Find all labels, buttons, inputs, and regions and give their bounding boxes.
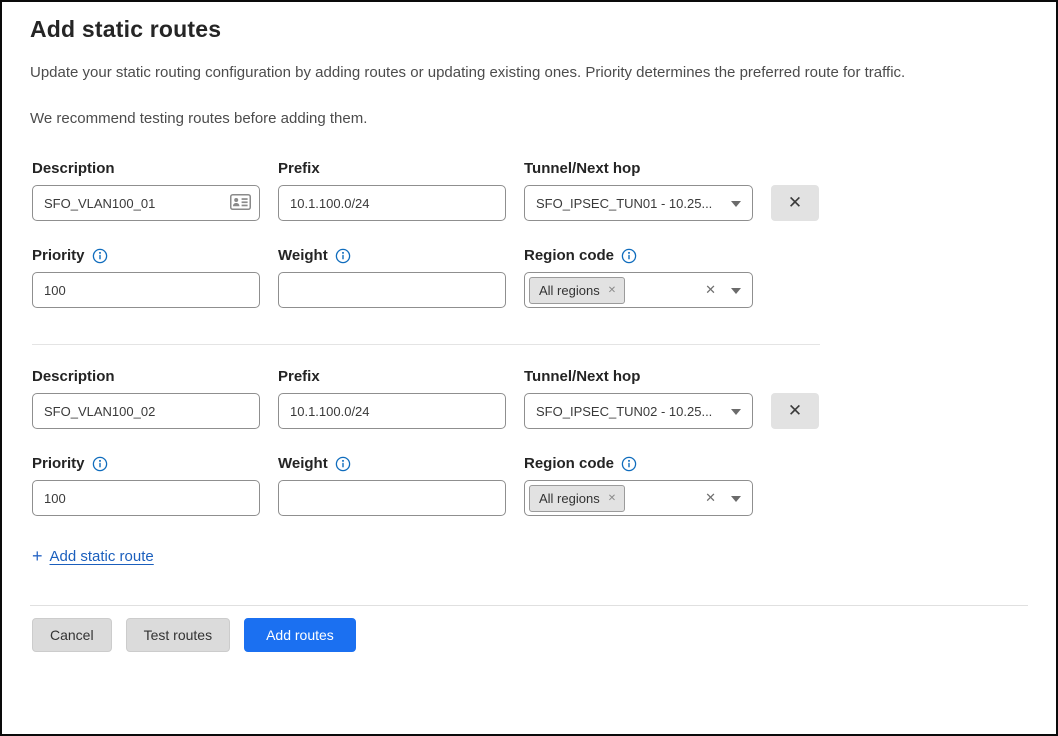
weight-label-text: Weight xyxy=(278,247,328,264)
description-field: Description xyxy=(32,368,260,429)
weight-input[interactable] xyxy=(278,272,506,308)
priority-field: Priority xyxy=(32,247,260,308)
region-multiselect[interactable]: All regions ✕ ✕ xyxy=(524,272,753,308)
priority-input[interactable] xyxy=(32,272,260,308)
add-static-route-link[interactable]: + Add static route xyxy=(32,547,154,565)
priority-label: Priority xyxy=(32,455,260,472)
weight-label-text: Weight xyxy=(278,455,328,472)
weight-field: Weight xyxy=(278,455,506,516)
region-code-field: Region code All regions ✕ ✕ xyxy=(524,247,753,308)
delete-route-button[interactable]: ✕ xyxy=(771,185,819,221)
tunnel-selected-value: SFO_IPSEC_TUN02 - 10.25... xyxy=(536,404,712,419)
tunnel-selected-value: SFO_IPSEC_TUN01 - 10.25... xyxy=(536,196,712,211)
prefix-label-text: Prefix xyxy=(278,368,320,385)
info-icon[interactable] xyxy=(621,248,637,264)
region-code-label-text: Region code xyxy=(524,247,614,264)
priority-field: Priority xyxy=(32,455,260,516)
info-icon[interactable] xyxy=(335,456,351,472)
priority-label-text: Priority xyxy=(32,455,85,472)
info-icon[interactable] xyxy=(92,248,108,264)
weight-input[interactable] xyxy=(278,480,506,516)
region-code-label: Region code xyxy=(524,247,753,264)
page-title: Add static routes xyxy=(30,16,1028,43)
description-label-text: Description xyxy=(32,368,115,385)
tunnel-label-text: Tunnel/Next hop xyxy=(524,160,640,177)
info-icon[interactable] xyxy=(335,248,351,264)
chevron-down-icon xyxy=(731,496,741,502)
region-tag-label: All regions xyxy=(539,491,600,506)
description-label-text: Description xyxy=(32,160,115,177)
weight-label: Weight xyxy=(278,247,506,264)
route-block-1: Description Prefix Tunnel/Next hop SFO_I… xyxy=(30,160,1028,308)
delete-route-button[interactable]: ✕ xyxy=(771,393,819,429)
test-routes-button[interactable]: Test routes xyxy=(126,618,230,652)
region-code-label: Region code xyxy=(524,455,753,472)
region-tag-label: All regions xyxy=(539,283,600,298)
description-input[interactable] xyxy=(32,185,260,221)
clear-selection-icon[interactable]: ✕ xyxy=(705,282,716,298)
prefix-input[interactable] xyxy=(278,393,506,429)
tunnel-label: Tunnel/Next hop xyxy=(524,368,753,385)
add-routes-button[interactable]: Add routes xyxy=(244,618,356,652)
priority-label: Priority xyxy=(32,247,260,264)
tunnel-field: Tunnel/Next hop SFO_IPSEC_TUN02 - 10.25.… xyxy=(524,368,753,429)
prefix-label: Prefix xyxy=(278,160,506,177)
tunnel-select[interactable]: SFO_IPSEC_TUN01 - 10.25... xyxy=(524,185,753,221)
page-note: We recommend testing routes before addin… xyxy=(30,110,1028,127)
prefix-field: Prefix xyxy=(278,368,506,429)
route-divider xyxy=(32,344,820,345)
region-multiselect[interactable]: All regions ✕ ✕ xyxy=(524,480,753,516)
close-icon: ✕ xyxy=(788,401,802,421)
prefix-label-text: Prefix xyxy=(278,160,320,177)
add-static-routes-dialog: Add static routes Update your static rou… xyxy=(0,0,1058,736)
description-label: Description xyxy=(32,368,260,385)
remove-tag-icon[interactable]: ✕ xyxy=(608,285,616,296)
chevron-down-icon xyxy=(731,288,741,294)
weight-field: Weight xyxy=(278,247,506,308)
prefix-field: Prefix xyxy=(278,160,506,221)
priority-label-text: Priority xyxy=(32,247,85,264)
weight-label: Weight xyxy=(278,455,506,472)
add-static-route-link-text[interactable]: Add static route xyxy=(50,548,154,565)
footer-actions: Cancel Test routes Add routes xyxy=(32,618,1028,652)
tunnel-select[interactable]: SFO_IPSEC_TUN02 - 10.25... xyxy=(524,393,753,429)
description-label: Description xyxy=(32,160,260,177)
region-code-label-text: Region code xyxy=(524,455,614,472)
priority-input[interactable] xyxy=(32,480,260,516)
page-description: Update your static routing configuration… xyxy=(30,64,1028,81)
tunnel-label-text: Tunnel/Next hop xyxy=(524,368,640,385)
chevron-down-icon xyxy=(731,201,741,207)
footer-divider xyxy=(30,605,1028,606)
tunnel-label: Tunnel/Next hop xyxy=(524,160,753,177)
prefix-input[interactable] xyxy=(278,185,506,221)
region-code-field: Region code All regions ✕ ✕ xyxy=(524,455,753,516)
close-icon: ✕ xyxy=(788,193,802,213)
cancel-button[interactable]: Cancel xyxy=(32,618,112,652)
prefix-label: Prefix xyxy=(278,368,506,385)
description-field: Description xyxy=(32,160,260,221)
region-tag[interactable]: All regions ✕ xyxy=(529,485,625,512)
clear-selection-icon[interactable]: ✕ xyxy=(705,490,716,506)
remove-tag-icon[interactable]: ✕ xyxy=(608,493,616,504)
chevron-down-icon xyxy=(731,409,741,415)
region-tag[interactable]: All regions ✕ xyxy=(529,277,625,304)
tunnel-field: Tunnel/Next hop SFO_IPSEC_TUN01 - 10.25.… xyxy=(524,160,753,221)
info-icon[interactable] xyxy=(621,456,637,472)
plus-icon: + xyxy=(32,547,43,565)
info-icon[interactable] xyxy=(92,456,108,472)
route-block-2: Description Prefix Tunnel/Next hop SFO_I… xyxy=(30,368,1028,516)
description-input[interactable] xyxy=(32,393,260,429)
contact-card-icon xyxy=(230,194,251,210)
